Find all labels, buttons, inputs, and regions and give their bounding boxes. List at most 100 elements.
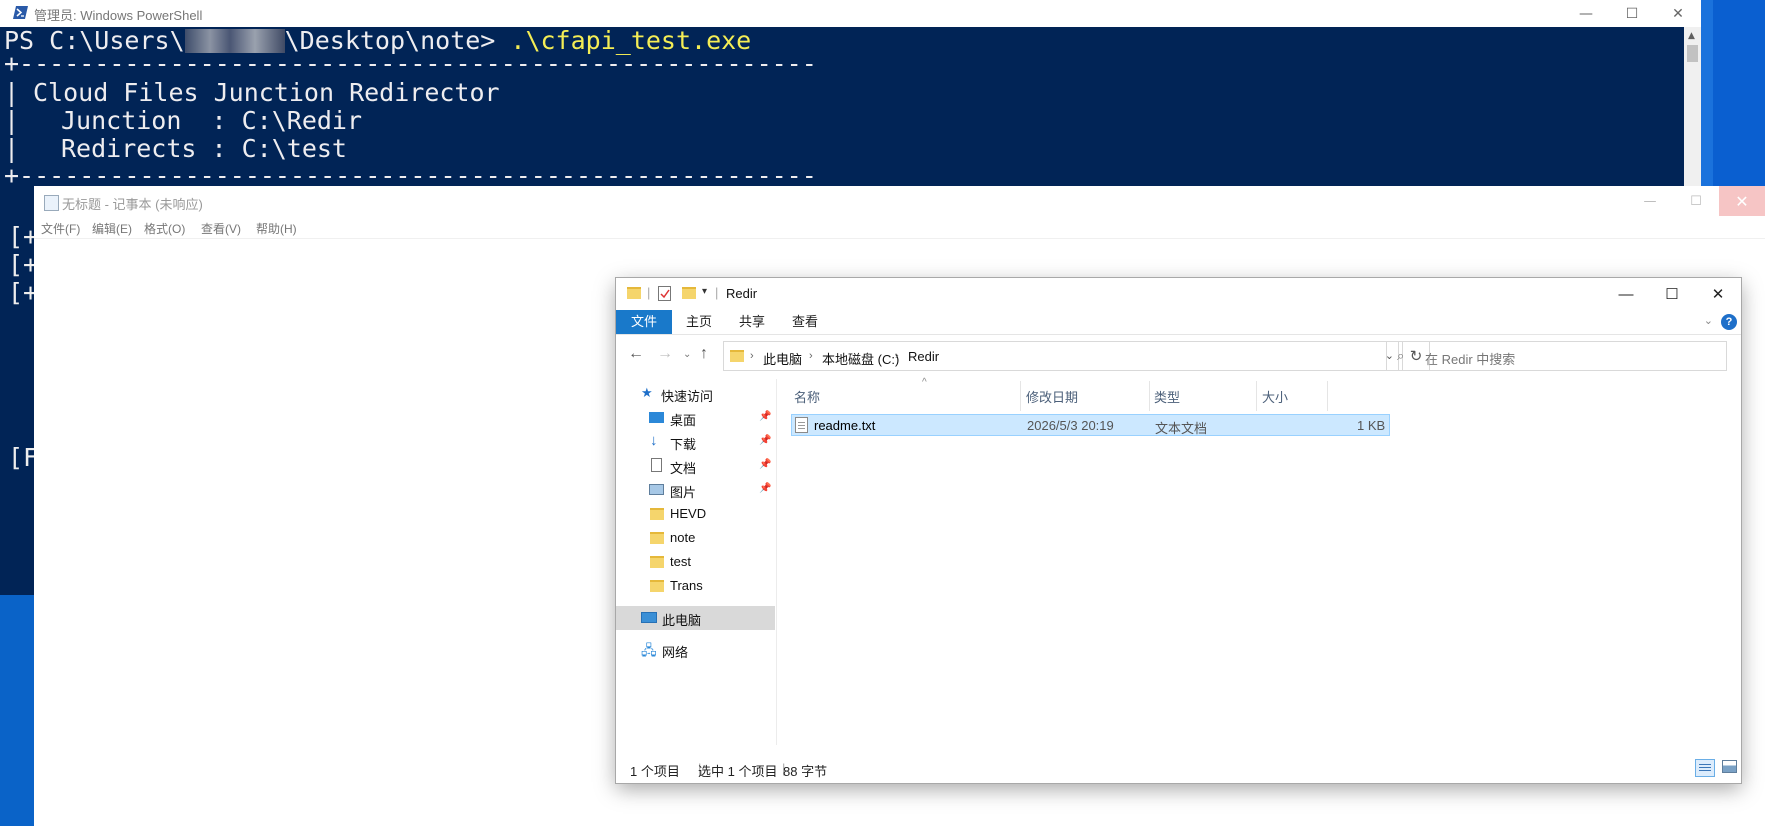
breadcrumb-chevron-icon[interactable]: › xyxy=(750,350,754,362)
desktop-icon xyxy=(649,412,664,423)
sidebar-item-label: note xyxy=(670,530,696,545)
selected-size: 88 字节 xyxy=(783,764,828,779)
sidebar-item-this-pc[interactable]: 此电脑 xyxy=(616,606,775,630)
redirects-line: Redirects : C:\test xyxy=(61,134,347,163)
menu-file[interactable]: 文件(F) xyxy=(41,220,80,237)
selected-count: 选中 1 个项目 xyxy=(698,764,778,779)
menu-edit[interactable]: 编辑(E) xyxy=(92,220,132,237)
close-button[interactable]: ✕ xyxy=(1719,186,1765,216)
menu-help[interactable]: 帮助(H) xyxy=(256,220,297,237)
tab-share[interactable]: 共享 xyxy=(739,310,765,334)
maximize-button[interactable]: ☐ xyxy=(1649,278,1695,310)
pin-icon: 📌 xyxy=(759,483,772,494)
column-divider[interactable] xyxy=(1020,381,1021,411)
sidebar-item-documents[interactable]: 文档 📌 xyxy=(616,454,775,478)
powershell-scrollbar[interactable]: ▲ xyxy=(1684,27,1701,195)
recent-locations-icon[interactable]: ⌄ xyxy=(683,349,691,360)
column-header-size[interactable]: 大小 xyxy=(1262,387,1288,406)
address-bar[interactable]: › 此电脑 › 本地磁盘 (C:) › Redir ⌄ xyxy=(723,341,1399,371)
search-input[interactable]: ⌕ 在 Redir 中搜索 xyxy=(1386,341,1727,371)
background-console: [+ [+ [+ [F xyxy=(0,195,38,595)
sidebar-item-quick-access[interactable]: ★ 快速访问 xyxy=(616,382,775,406)
table-row[interactable]: readme.txt 2026/5/3 20:19 文本文档 1 KB xyxy=(791,414,1390,436)
item-count: 1 个项目 xyxy=(630,764,680,779)
tab-view[interactable]: 查看 xyxy=(792,310,818,334)
pin-icon: 📌 xyxy=(759,435,772,446)
sidebar-item-label: test xyxy=(670,554,691,569)
sidebar-item-downloads[interactable]: ↓ 下载 📌 xyxy=(616,430,775,454)
explorer-titlebar[interactable]: | ▾ | Redir — ☐ ✕ xyxy=(616,278,1741,310)
sidebar-item-label: 网络 xyxy=(662,645,689,660)
sidebar-item-desktop[interactable]: 桌面 📌 xyxy=(616,406,775,430)
large-icons-view-icon[interactable] xyxy=(1722,760,1737,773)
folder-icon xyxy=(730,350,744,362)
properties-icon[interactable] xyxy=(658,286,672,301)
sidebar-item-test[interactable]: test xyxy=(616,550,775,574)
customize-toolbar-icon[interactable]: ▾ xyxy=(702,286,707,297)
column-divider[interactable] xyxy=(1327,381,1328,411)
up-arrow-icon[interactable]: ↑ xyxy=(700,345,708,363)
scroll-up-icon[interactable]: ▲ xyxy=(1688,31,1695,41)
help-icon[interactable]: ? xyxy=(1721,314,1737,330)
explorer-title: Redir xyxy=(726,286,758,301)
rule-line-top: +---------------------------------------… xyxy=(4,49,817,78)
folder-icon xyxy=(650,556,664,568)
star-icon: ★ xyxy=(641,385,653,400)
back-arrow-icon[interactable]: ← xyxy=(628,345,644,363)
forward-arrow-icon[interactable]: → xyxy=(657,345,673,363)
banner-left-bar: | xyxy=(4,106,20,135)
toolbar-divider: | xyxy=(715,285,719,300)
sidebar-item-note[interactable]: note xyxy=(616,526,775,550)
menu-divider xyxy=(34,238,1765,239)
expand-ribbon-icon[interactable]: ⌄ xyxy=(1704,314,1713,327)
powershell-window[interactable]: 管理员: Windows PowerShell — ☐ ✕ PS C:\User… xyxy=(0,0,1701,195)
minimize-button[interactable]: — xyxy=(1627,186,1673,216)
pin-icon: 📌 xyxy=(759,459,772,470)
sidebar-item-hevd[interactable]: HEVD xyxy=(616,502,775,526)
close-button[interactable]: ✕ xyxy=(1655,0,1701,27)
column-header-type[interactable]: 类型 xyxy=(1154,387,1180,406)
powershell-console[interactable]: PS C:\Users\ \Desktop\note> .\cfapi_test.… xyxy=(0,27,1685,195)
pin-icon: 📌 xyxy=(759,411,772,422)
powershell-titlebar[interactable]: 管理员: Windows PowerShell — ☐ ✕ xyxy=(0,0,1701,27)
download-icon: ↓ xyxy=(650,432,658,449)
banner-left-bar: | xyxy=(4,134,20,163)
tab-file[interactable]: 文件 xyxy=(616,310,672,334)
menu-format[interactable]: 格式(O) xyxy=(144,220,185,237)
network-icon: 🖧 xyxy=(641,642,657,658)
breadcrumb-chevron-icon[interactable]: › xyxy=(895,350,899,362)
explorer-window[interactable]: | ▾ | Redir — ☐ ✕ 文件 主页 共享 查看 ⌄ ? ← → ⌄ … xyxy=(616,278,1741,783)
menu-view[interactable]: 查看(V) xyxy=(201,220,241,237)
close-button[interactable]: ✕ xyxy=(1695,278,1741,310)
folder-icon xyxy=(650,508,664,520)
file-list: ^ 名称 修改日期 类型 大小 readme.txt 2026/5/3 20:1… xyxy=(777,377,1741,745)
sidebar-item-pictures[interactable]: 图片 📌 xyxy=(616,478,775,502)
folder-icon xyxy=(650,532,664,544)
maximize-button[interactable]: ☐ xyxy=(1609,0,1655,27)
new-folder-icon[interactable] xyxy=(682,287,696,299)
column-header-name[interactable]: 名称 xyxy=(794,387,820,406)
scrollbar-thumb[interactable] xyxy=(1687,45,1698,62)
column-divider[interactable] xyxy=(1256,381,1257,411)
sidebar-item-network[interactable]: 🖧 网络 xyxy=(616,638,775,662)
breadcrumb-this-pc[interactable]: 此电脑 xyxy=(763,349,802,368)
file-size: 1 KB xyxy=(1357,418,1386,433)
minimize-button[interactable]: — xyxy=(1563,0,1609,27)
sidebar-item-label: 文档 xyxy=(670,461,697,476)
breadcrumb-local-disk[interactable]: 本地磁盘 (C:) xyxy=(822,349,899,368)
maximize-button[interactable]: ☐ xyxy=(1673,186,1719,216)
sidebar-item-label: 图片 xyxy=(670,485,697,500)
minimize-button[interactable]: — xyxy=(1603,278,1649,310)
tab-home[interactable]: 主页 xyxy=(686,310,712,334)
details-view-icon[interactable] xyxy=(1695,759,1715,777)
breadcrumb-redir[interactable]: Redir xyxy=(908,349,939,364)
column-divider[interactable] xyxy=(1149,381,1150,411)
notepad-titlebar[interactable]: 无标题 - 记事本 (未响应) — ☐ ✕ xyxy=(34,186,1765,216)
file-type: 文本文档 xyxy=(1155,421,1208,436)
toolbar-divider: | xyxy=(647,285,651,300)
banner-left-bar: | xyxy=(4,78,20,107)
breadcrumb-chevron-icon[interactable]: › xyxy=(809,350,813,362)
sidebar-item-trans[interactable]: Trans xyxy=(616,574,775,598)
column-header-modified[interactable]: 修改日期 xyxy=(1026,387,1078,406)
sidebar-item-label: Trans xyxy=(670,578,703,593)
